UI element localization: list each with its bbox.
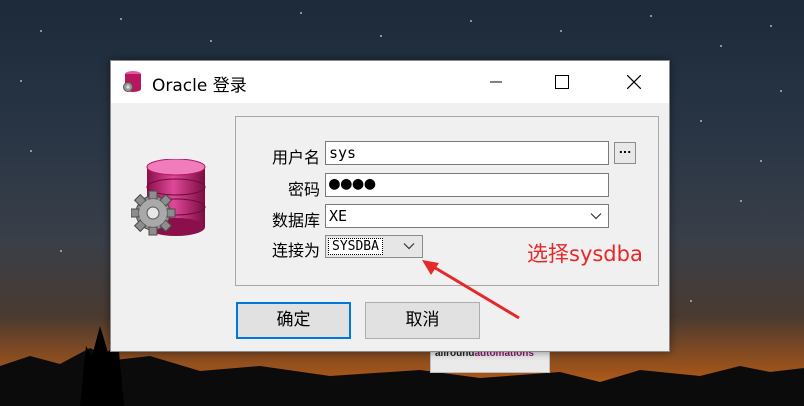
database-value: XE (329, 207, 348, 225)
close-button[interactable] (611, 61, 657, 103)
username-field[interactable]: sys (325, 141, 609, 165)
connect-as-value: SYSDBA (328, 238, 383, 255)
close-icon (627, 75, 641, 89)
connect-as-select[interactable]: SYSDBA (325, 235, 423, 258)
database-label: 数据库 (271, 211, 320, 230)
password-label: 密码 (287, 180, 320, 199)
window-title: Oracle 登录 (152, 76, 247, 96)
title-bar[interactable]: Oracle 登录 (111, 61, 669, 103)
chevron-down-icon (403, 243, 415, 250)
minimize-button[interactable] (473, 61, 519, 103)
username-label: 用户名 (271, 148, 320, 167)
database-select[interactable]: XE (325, 204, 609, 228)
annotation-label: 选择sysdba (527, 242, 643, 266)
red-arrow-icon (422, 260, 520, 320)
username-browse-button[interactable]: ... (614, 142, 636, 164)
connect-as-label: 连接为 (271, 241, 320, 260)
maximize-icon (555, 75, 569, 89)
password-field[interactable]: ●●●● (325, 173, 609, 197)
maximize-button[interactable] (539, 61, 585, 103)
database-gear-icon (131, 159, 206, 236)
chevron-down-icon (590, 213, 602, 220)
oracle-login-dialog: Oracle 登录 用户名 sys ... 密码 ●●●● 数据库 XE 连接为… (110, 60, 670, 352)
minimize-icon (490, 81, 502, 83)
database-icon (123, 71, 141, 92)
ok-button[interactable]: 确定 (236, 302, 351, 339)
